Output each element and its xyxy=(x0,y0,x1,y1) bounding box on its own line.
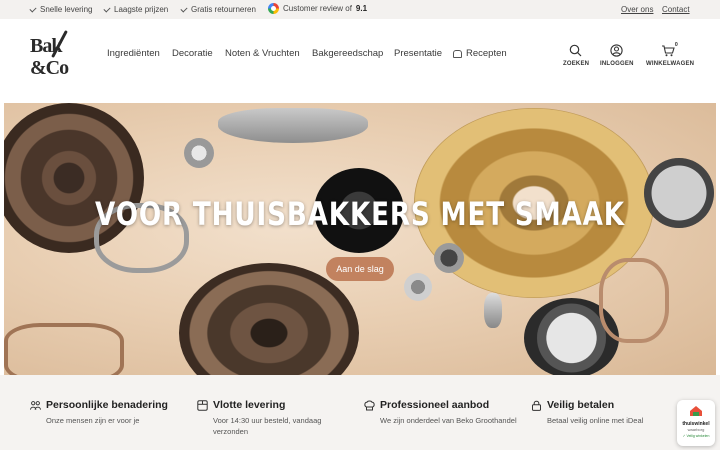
copper-cutter-image xyxy=(4,323,124,375)
nav-item-label: Recepten xyxy=(466,48,507,59)
people-icon xyxy=(30,400,41,410)
thuiswinkel-badge[interactable]: thuiswinkel waarborg ✓ Veilig winkelen xyxy=(677,400,715,446)
logo[interactable]: Bak &Co xyxy=(28,27,78,85)
cart-icon xyxy=(662,45,675,57)
user-icon xyxy=(609,44,623,57)
hero-banner: VOOR THUISBAKKERS MET SMAAK Aan de slag xyxy=(4,103,716,375)
feature-text: Voor 14:30 uur besteld, vandaag verzonde… xyxy=(213,416,322,436)
lock-icon xyxy=(532,400,541,411)
cart-button[interactable]: 0 WINKELWAGEN xyxy=(646,42,694,67)
site-header: Bak &Co Ingrediënten Decoratie Noten & V… xyxy=(0,19,720,95)
contact-link[interactable]: Contact xyxy=(662,5,690,14)
feature-title: Professioneel aanbod xyxy=(380,399,490,411)
cutters-image xyxy=(218,108,368,143)
hero-title: VOOR THUISBAKKERS MET SMAAK xyxy=(95,195,625,233)
chef-hat-icon xyxy=(453,49,462,58)
chef-hat-icon xyxy=(364,399,375,410)
usp-fast-delivery: Snelle levering xyxy=(29,4,93,14)
piping-tip-image xyxy=(404,273,432,301)
about-us-link[interactable]: Over ons xyxy=(621,5,653,14)
review-label: Customer review of xyxy=(283,4,352,13)
feature-text: We zijn onderdeel van Beko Groothandel xyxy=(380,416,517,425)
feature-title: Veilig betalen xyxy=(547,399,615,411)
cart-count: 0 xyxy=(674,42,678,48)
usp-free-returns: Gratis retourneren xyxy=(180,4,256,14)
logo-line2: &Co xyxy=(30,57,69,79)
review-score: 9.1 xyxy=(355,4,368,13)
feature-text: Betaal veilig online met iDeal xyxy=(547,416,644,425)
piping-tip-image xyxy=(434,243,464,273)
nav-item-baking-tools[interactable]: Bakgereedschap xyxy=(312,48,383,59)
ring-cutter-image xyxy=(184,138,214,168)
google-review-icon xyxy=(268,3,279,14)
copper-cutter-image xyxy=(599,258,669,343)
usp-label: Gratis retourneren xyxy=(191,5,256,14)
badge-line3: ✓ Veilig winkelen xyxy=(682,434,710,438)
usp-label: Snelle levering xyxy=(40,5,93,14)
nav-item-nuts-fruits[interactable]: Noten & Vruchten xyxy=(225,48,300,59)
badge-line2: waarborg xyxy=(687,427,705,432)
usp-bar: Snelle levering Laagste prijzen Gratis r… xyxy=(0,0,720,19)
check-icon xyxy=(29,4,37,13)
nav-item-presentation[interactable]: Presentatie xyxy=(394,48,442,59)
login-button[interactable]: INLOGGEN xyxy=(600,44,634,67)
customer-review[interactable]: Customer review of 9.1 xyxy=(268,3,367,14)
check-icon xyxy=(103,4,111,13)
feature-title: Vlotte levering xyxy=(213,399,286,411)
feature-title: Persoonlijke benadering xyxy=(46,399,168,411)
box-icon xyxy=(197,399,208,411)
nav-item-decoration[interactable]: Decoratie xyxy=(172,48,213,59)
feature-delivery: Vlotte levering Voor 14:30 uur besteld, … xyxy=(197,399,357,438)
search-button[interactable]: ZOEKEN xyxy=(563,44,590,67)
check-icon xyxy=(180,4,188,13)
login-label: INLOGGEN xyxy=(600,61,634,67)
cart-label: WINKELWAGEN xyxy=(646,61,695,67)
feature-secure-payment: Veilig betalen Betaal veilig online met … xyxy=(531,399,691,427)
features-bar: Persoonlijke benadering Onze mensen zijn… xyxy=(0,375,720,450)
usp-label: Laagste prijzen xyxy=(114,5,169,14)
get-started-button[interactable]: Aan de slag xyxy=(326,257,394,281)
house-icon xyxy=(690,406,702,416)
nav-item-recipes[interactable]: Recepten xyxy=(453,48,507,59)
usp-lowest-prices: Laagste prijzen xyxy=(103,4,169,14)
feature-text: Onze mensen zijn er voor je xyxy=(46,416,140,425)
search-icon xyxy=(569,44,581,57)
piping-tip-image xyxy=(484,293,502,328)
feature-professional: Professioneel aanbod We zijn onderdeel v… xyxy=(364,399,524,427)
nav-item-ingredients[interactable]: Ingrediënten xyxy=(107,48,160,59)
search-label: ZOEKEN xyxy=(563,61,590,67)
feature-personal: Persoonlijke benadering Onze mensen zijn… xyxy=(30,399,190,427)
tart-tin-image xyxy=(644,158,714,228)
